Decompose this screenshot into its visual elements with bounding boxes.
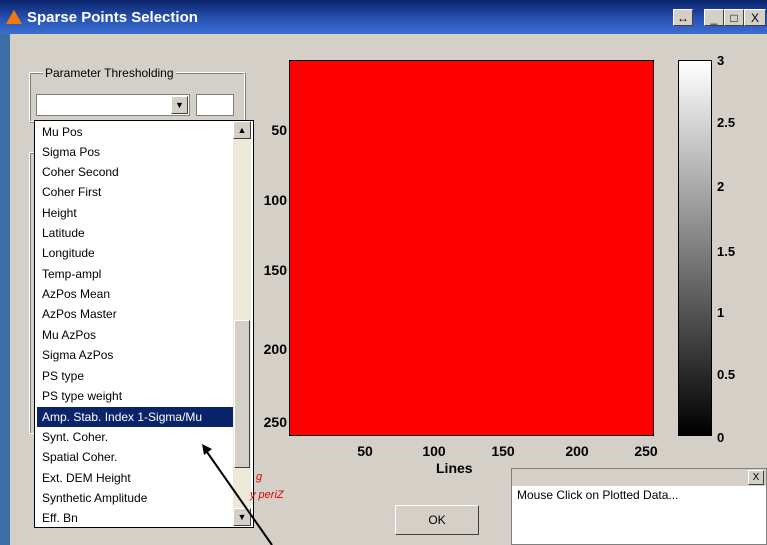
scrollbar-thumb[interactable] xyxy=(234,320,250,468)
list-item[interactable]: AzPos Master xyxy=(37,304,233,324)
info-message-box: X Mouse Click on Plotted Data... xyxy=(511,468,767,545)
x-tick-label: 250 xyxy=(634,443,658,459)
list-item[interactable]: Temp-ampl xyxy=(37,264,233,284)
parameter-dropdown-list[interactable]: Mu Pos Sigma Pos Coher Second Coher Firs… xyxy=(34,120,254,528)
y-tick-label: 150 xyxy=(263,262,287,278)
list-item[interactable]: Sigma Pos xyxy=(37,142,233,162)
list-item[interactable]: Eff. Bn xyxy=(37,508,233,528)
colorbar-tick: 0.5 xyxy=(717,367,736,382)
colorbar-tick: 1.5 xyxy=(717,244,736,259)
sparse-points-selection-window: Sparse Points Selection ↔ _ □ X Paramete… xyxy=(0,0,767,545)
list-item[interactable]: Synt. Coher. xyxy=(37,427,233,447)
y-tick-label: 100 xyxy=(263,192,287,208)
colorbar xyxy=(678,60,712,436)
list-item[interactable]: AzPos Mean xyxy=(37,284,233,304)
y-tick-label: 50 xyxy=(271,122,287,138)
parameter-select[interactable] xyxy=(36,94,190,116)
chevron-down-icon[interactable]: ▼ xyxy=(171,96,188,114)
resize-button[interactable]: ↔ xyxy=(673,9,693,26)
list-item[interactable]: Coher First xyxy=(37,182,233,202)
minimize-button[interactable]: _ xyxy=(704,9,724,26)
list-item[interactable]: Mu AzPos xyxy=(37,325,233,345)
x-tick-label: 100 xyxy=(422,443,446,459)
colorbar-tick: 0 xyxy=(717,430,725,445)
scroll-down-icon[interactable]: ▼ xyxy=(233,508,251,526)
window-title: Sparse Points Selection xyxy=(27,9,198,26)
info-box-titlebar[interactable]: X xyxy=(512,469,766,486)
plot-image-area[interactable] xyxy=(289,60,654,436)
threshold-input[interactable] xyxy=(196,94,234,116)
list-item[interactable]: PS type xyxy=(37,366,233,386)
colorbar-tick: 2.5 xyxy=(717,115,736,130)
parameter-thresholding-legend: Parameter Thresholding xyxy=(43,66,176,80)
y-tick-label: 250 xyxy=(263,414,287,430)
partial-red-text: y periZ xyxy=(250,489,284,501)
x-tick-label: 150 xyxy=(491,443,515,459)
partial-red-text: g xyxy=(256,471,263,483)
ok-button[interactable]: OK xyxy=(395,505,479,535)
list-item[interactable]: Latitude xyxy=(37,223,233,243)
list-item[interactable]: Coher Second xyxy=(37,162,233,182)
list-item[interactable]: Mu Pos xyxy=(37,122,233,142)
info-close-button[interactable]: X xyxy=(748,470,764,485)
maximize-button[interactable]: □ xyxy=(724,9,744,26)
list-item[interactable]: Longitude xyxy=(37,243,233,263)
list-item[interactable]: Synthetic Amplitude xyxy=(37,488,233,508)
x-axis-label: Lines xyxy=(436,460,473,476)
y-tick-label: 200 xyxy=(263,341,287,357)
list-item[interactable]: Spatial Coher. xyxy=(37,447,233,467)
colorbar-tick: 1 xyxy=(717,305,725,320)
info-message: Mouse Click on Plotted Data... xyxy=(517,488,679,502)
list-item[interactable]: PS type weight xyxy=(37,386,233,406)
title-bar[interactable]: Sparse Points Selection ↔ _ □ X xyxy=(0,0,767,34)
list-item-selected[interactable]: Amp. Stab. Index 1-Sigma/Mu xyxy=(37,407,233,427)
x-tick-label: 50 xyxy=(357,443,373,459)
list-item[interactable]: Sigma AzPos xyxy=(37,345,233,365)
scroll-up-icon[interactable]: ▲ xyxy=(233,121,251,139)
close-button[interactable]: X xyxy=(744,9,766,26)
matlab-icon xyxy=(6,10,22,24)
list-item[interactable]: Ext. DEM Height xyxy=(37,468,233,488)
colorbar-tick: 2 xyxy=(717,179,725,194)
x-tick-label: 200 xyxy=(565,443,589,459)
colorbar-tick: 3 xyxy=(717,53,725,68)
list-item[interactable]: Height xyxy=(37,203,233,223)
